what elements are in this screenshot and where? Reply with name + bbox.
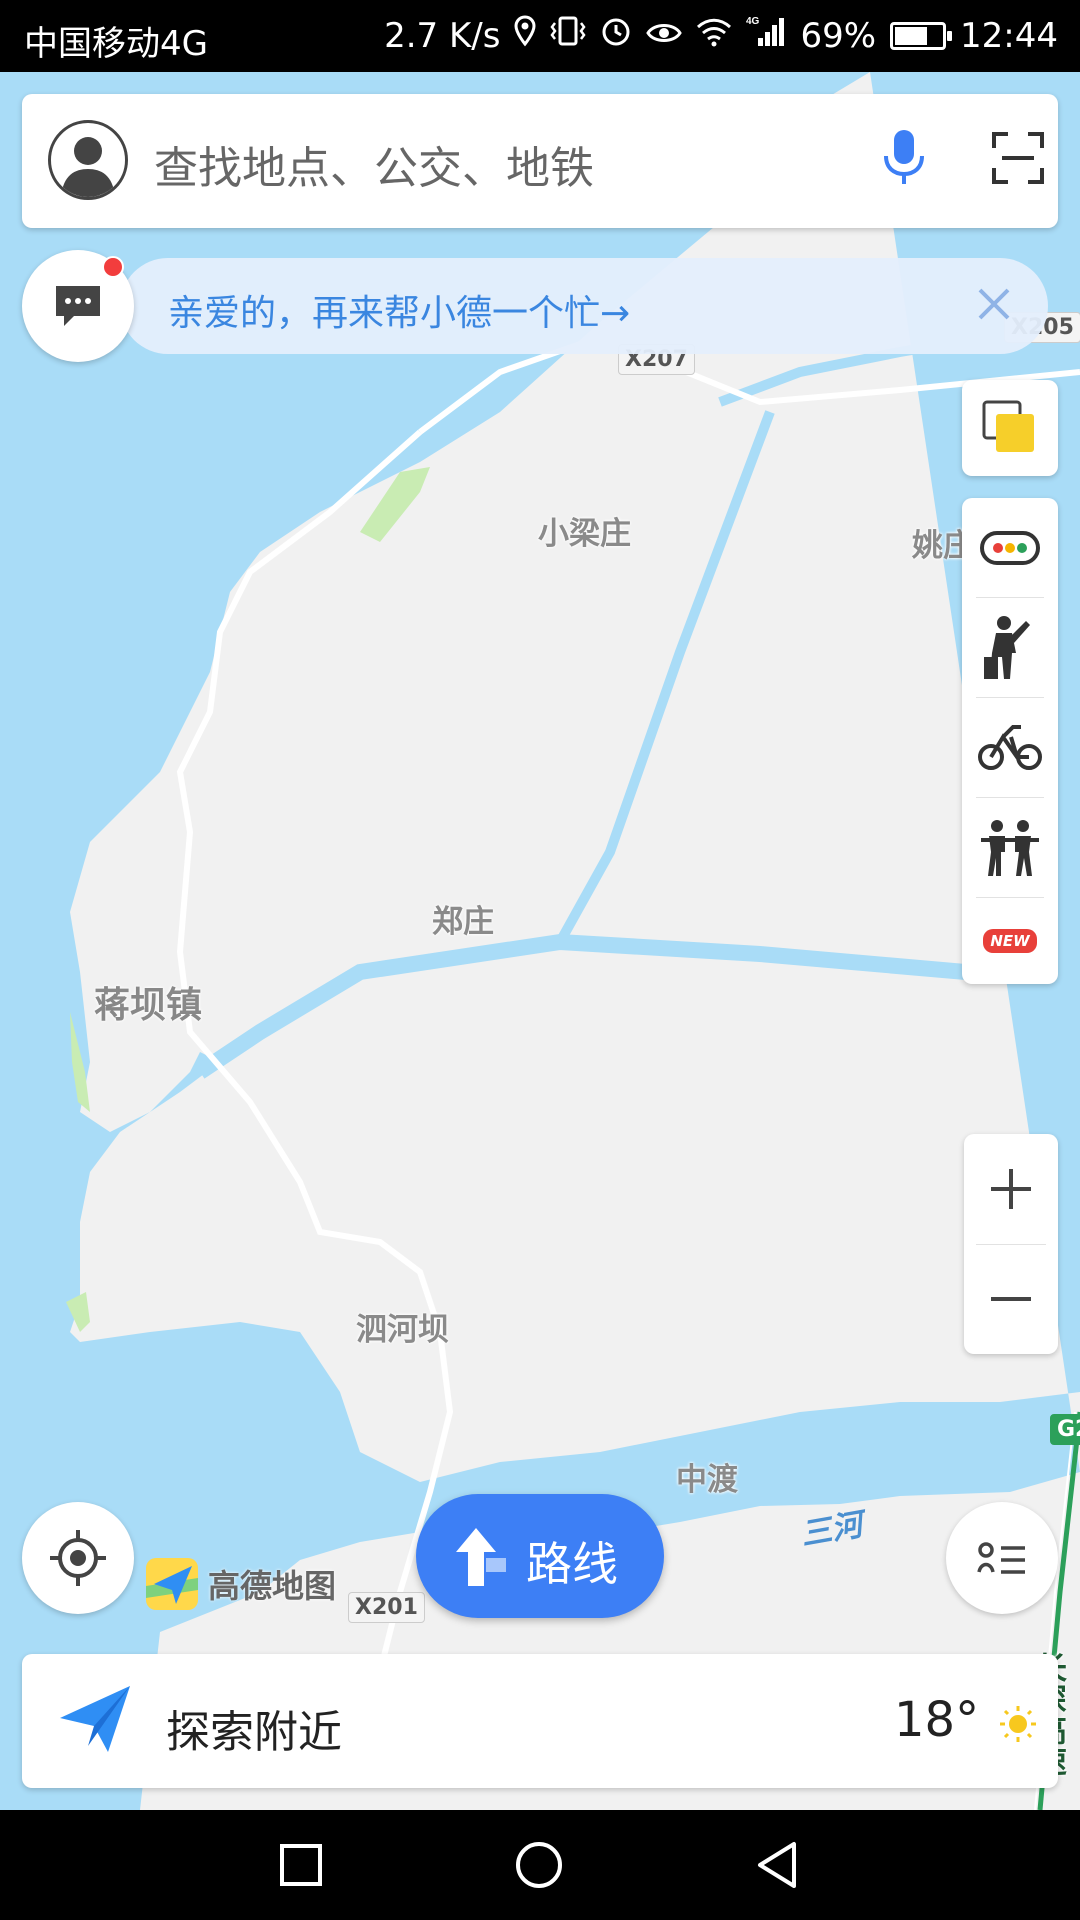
walk-together-button[interactable]	[962, 798, 1058, 898]
home-icon[interactable]	[514, 1840, 564, 1890]
amap-logo-icon	[146, 1558, 198, 1610]
temperature: 18°	[894, 1692, 980, 1748]
list-view-button[interactable]	[946, 1502, 1058, 1614]
minus-icon	[991, 1297, 1031, 1301]
recent-apps-icon[interactable]	[276, 1840, 326, 1890]
battery-icon	[890, 21, 953, 50]
crosshair-icon	[50, 1530, 106, 1586]
people-icon	[981, 820, 1039, 876]
new-feature-button[interactable]: NEW	[962, 898, 1058, 984]
paper-plane-icon	[60, 1686, 130, 1752]
plus-icon	[991, 1169, 1031, 1209]
brand-name: 高德地图	[208, 1567, 337, 1605]
place-label-xiaoliangzhuang[interactable]: 小梁庄	[538, 508, 631, 553]
tool-column: NEW	[962, 498, 1058, 984]
route-arrow-icon	[456, 1528, 506, 1586]
locate-me-button[interactable]	[22, 1502, 134, 1614]
search-bar[interactable]: 查找地点、公交、地铁	[22, 94, 1058, 228]
sunny-weather-icon	[1000, 1706, 1036, 1742]
bicycle-icon	[978, 725, 1042, 770]
layers-icon	[982, 400, 1034, 452]
banner-text[interactable]: 亲爱的，再来帮小德一个忙→	[168, 284, 630, 336]
route-button[interactable]: 路线	[416, 1494, 664, 1618]
clock: 12:44	[960, 15, 1058, 56]
back-icon[interactable]	[754, 1840, 804, 1890]
status-bar: 中国移动4G 2.7 K/s 4G 69% 12:44	[0, 0, 1080, 72]
map-layers-button[interactable]	[962, 380, 1058, 476]
eye-icon	[646, 16, 683, 56]
place-label-zhongdu[interactable]: 中渡	[676, 1454, 738, 1499]
network-speed: 2.7 K/s	[384, 15, 501, 56]
road-tag-x201: X201	[348, 1592, 425, 1623]
new-badge: NEW	[983, 929, 1037, 953]
system-navigation-bar	[0, 1810, 1080, 1920]
place-label-zhengzhuang[interactable]: 郑庄	[432, 896, 494, 941]
route-label: 路线	[526, 1537, 618, 1591]
zoom-in-button[interactable]	[964, 1134, 1058, 1244]
explore-label: 探索附近	[166, 1707, 342, 1758]
wifi-icon	[696, 16, 732, 56]
vibrate-icon	[550, 15, 586, 56]
close-icon[interactable]	[974, 284, 1014, 328]
message-banner[interactable]: 亲爱的，再来帮小德一个忙→	[120, 258, 1048, 354]
hail-taxi-icon	[984, 616, 1030, 679]
messages-button[interactable]	[22, 250, 134, 362]
status-icons: 2.7 K/s 4G 69% 12:44	[384, 14, 1058, 57]
chat-icon	[56, 286, 100, 326]
brand-watermark: 高德地图	[144, 1556, 336, 1612]
battery-percent: 69%	[800, 15, 877, 56]
place-label-sihe-ba[interactable]: 泗河坝	[356, 1304, 449, 1349]
carrier-name: 中国移动4G	[24, 24, 208, 64]
alarm-icon	[600, 15, 632, 56]
bike-button[interactable]	[962, 698, 1058, 798]
taxi-button[interactable]	[962, 598, 1058, 698]
microphone-icon[interactable]	[880, 128, 928, 192]
zoom-control	[964, 1134, 1058, 1354]
road-tag-g: G2	[1050, 1414, 1080, 1445]
traffic-light-icon	[980, 531, 1040, 565]
search-input[interactable]: 查找地点、公交、地铁	[154, 132, 594, 196]
avatar[interactable]	[48, 120, 128, 200]
signal-icon: 4G	[746, 14, 786, 57]
list-icon	[977, 1542, 1025, 1574]
svg-text:4G: 4G	[746, 16, 760, 27]
place-label-jiangbazhen[interactable]: 蒋坝镇	[94, 976, 202, 1028]
zoom-out-button[interactable]	[964, 1244, 1058, 1354]
traffic-button[interactable]	[962, 498, 1058, 598]
notification-dot	[102, 256, 124, 278]
location-icon	[514, 15, 536, 56]
scan-icon[interactable]	[990, 130, 1046, 190]
explore-nearby-panel[interactable]: 探索附近 18°	[22, 1654, 1058, 1788]
